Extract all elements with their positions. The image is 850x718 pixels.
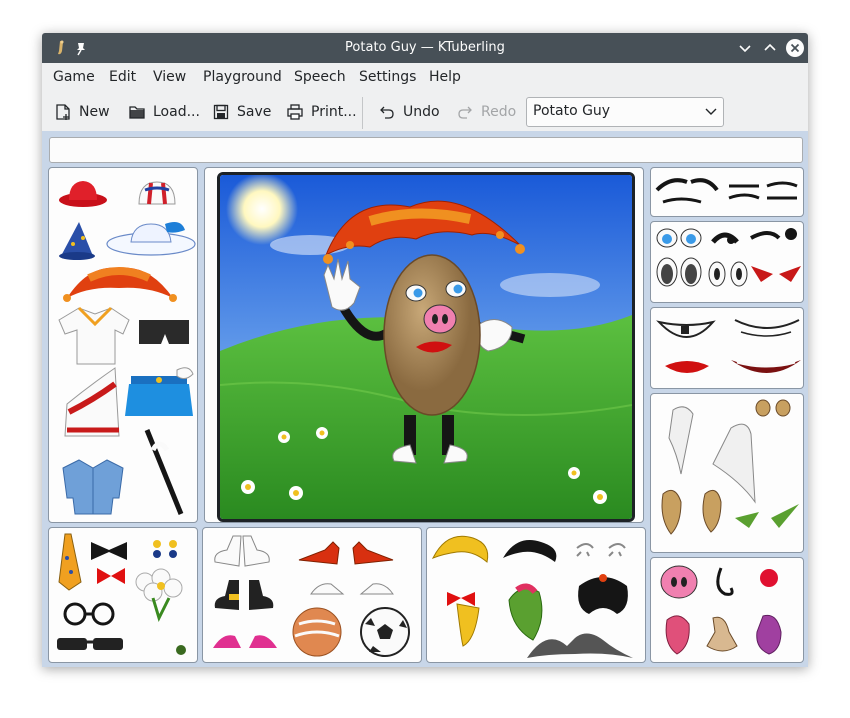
- redo-icon: [458, 106, 472, 119]
- palette-ears: [650, 393, 804, 553]
- palette-mouths: [650, 307, 804, 389]
- close-icon[interactable]: [785, 38, 805, 58]
- redo-button[interactable]: Redo: [456, 100, 516, 124]
- noses[interactable]: [660, 565, 782, 655]
- menu-help[interactable]: Help: [429, 69, 461, 85]
- playground-select[interactable]: Potato Guy: [526, 97, 724, 127]
- eyebrows[interactable]: [655, 178, 798, 204]
- accessories[interactable]: [57, 533, 186, 655]
- sun: [226, 175, 298, 245]
- shorts[interactable]: [139, 320, 189, 344]
- title-bar: Potato Guy — KTuberling: [42, 33, 808, 63]
- palette-accessories: [48, 527, 198, 663]
- palette-clothes: [48, 167, 198, 523]
- toolbar-separator: [362, 97, 363, 129]
- mouths[interactable]: [656, 319, 801, 373]
- menu-view[interactable]: View: [153, 69, 186, 85]
- maximize-icon[interactable]: [761, 39, 779, 57]
- new-label: New: [79, 104, 110, 120]
- playground-select-value: Potato Guy: [533, 103, 611, 119]
- denim-jacket[interactable]: [62, 459, 124, 515]
- text-line-field[interactable]: [49, 137, 803, 163]
- menu-game[interactable]: Game: [53, 69, 95, 85]
- hair[interactable]: [431, 535, 633, 658]
- palette-shoes: [202, 527, 422, 663]
- toga[interactable]: [64, 367, 120, 437]
- wizard-hat[interactable]: [59, 222, 95, 260]
- playground-scene[interactable]: [217, 172, 635, 522]
- striped-cap[interactable]: [138, 181, 176, 205]
- shoes[interactable]: [213, 535, 410, 657]
- eyes[interactable]: [656, 228, 801, 287]
- app-window: Potato Guy — KTuberling Game Edit View P…: [42, 33, 808, 667]
- print-label: Print...: [311, 104, 357, 120]
- load-label: Load...: [153, 104, 200, 120]
- save-label: Save: [237, 104, 272, 120]
- load-button[interactable]: Load...: [128, 100, 200, 124]
- menu-playground[interactable]: Playground: [203, 69, 282, 85]
- menu-speech[interactable]: Speech: [294, 69, 346, 85]
- redo-label: Redo: [481, 104, 517, 120]
- menu-settings[interactable]: Settings: [359, 69, 416, 85]
- red-hat[interactable]: [59, 181, 107, 207]
- ears[interactable]: [661, 399, 799, 535]
- cane[interactable]: [144, 429, 184, 515]
- blue-skirt[interactable]: [125, 367, 194, 416]
- ladies-hat[interactable]: [106, 222, 196, 256]
- save-icon: [213, 104, 229, 120]
- palette-eyebrows: [650, 167, 804, 217]
- new-button[interactable]: New: [54, 100, 110, 124]
- printer-icon: [287, 104, 303, 120]
- menu-edit[interactable]: Edit: [109, 69, 136, 85]
- minimize-icon[interactable]: [736, 39, 754, 57]
- undo-button[interactable]: Undo: [378, 100, 440, 124]
- new-document-icon: [56, 104, 70, 120]
- folder-icon: [129, 106, 145, 119]
- shirt[interactable]: [58, 306, 130, 365]
- jester-hat[interactable]: [63, 267, 177, 302]
- menu-bar: Game Edit View Playground Speech Setting…: [42, 63, 808, 91]
- undo-icon: [380, 106, 394, 119]
- print-button[interactable]: Print...: [286, 100, 357, 124]
- palette-hair: [426, 527, 646, 663]
- chevron-down-icon: [705, 108, 717, 115]
- undo-label: Undo: [403, 104, 440, 120]
- window-title: Potato Guy — KTuberling: [345, 40, 505, 55]
- palette-noses: [650, 557, 804, 663]
- save-button[interactable]: Save: [212, 100, 271, 124]
- palette-eyes: [650, 221, 804, 303]
